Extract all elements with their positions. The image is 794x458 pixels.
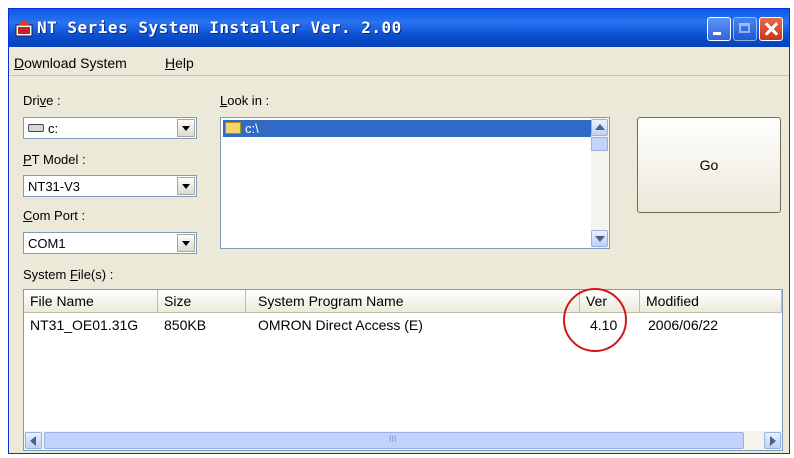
scroll-grip: III [389, 434, 397, 444]
com-port-value: COM1 [28, 236, 66, 251]
column-header-program[interactable]: System Program Name [246, 290, 580, 313]
scroll-left-icon[interactable] [25, 432, 42, 449]
chevron-down-icon[interactable] [177, 234, 195, 252]
com-port-label: Com Port : [23, 208, 86, 223]
annotation-circle [563, 288, 627, 352]
cell-modified: 2006/06/22 [648, 317, 719, 333]
horizontal-scrollbar[interactable]: III [24, 431, 782, 450]
menu-download-accel: D [14, 55, 25, 71]
menu-download-system[interactable]: Download System [14, 55, 127, 71]
drive-value: c: [48, 121, 59, 136]
drive-select[interactable]: c: [23, 117, 197, 139]
pt-model-select[interactable]: NT31-V3 [23, 175, 197, 197]
scroll-thumb[interactable] [591, 137, 608, 151]
installer-window: NT Series System Installer Ver. 2.00 Dow… [8, 8, 790, 454]
look-in-label: Look in : [220, 93, 270, 108]
minimize-button[interactable] [707, 17, 731, 41]
maximize-button[interactable] [733, 17, 757, 41]
cell-size: 850KB [164, 317, 207, 333]
drive-label: Drive : [23, 93, 61, 108]
pt-model-value: NT31-V3 [28, 179, 81, 194]
window-title: NT Series System Installer Ver. 2.00 [37, 18, 402, 37]
column-header-size[interactable]: Size [158, 290, 246, 313]
chevron-down-icon[interactable] [177, 119, 195, 137]
com-port-select[interactable]: COM1 [23, 232, 197, 254]
menu-help-label: elp [175, 55, 194, 71]
go-button[interactable]: Go [637, 117, 781, 213]
menu-help-accel: H [165, 55, 176, 71]
folder-path: c:\ [245, 121, 259, 136]
vertical-scrollbar[interactable] [591, 118, 609, 248]
cell-file-name: NT31_OE01.31G [30, 317, 139, 333]
folder-icon [225, 122, 241, 134]
drive-icon [28, 124, 44, 132]
app-icon [15, 19, 33, 37]
system-files-table[interactable]: File Name Size System Program Name Ver M… [23, 289, 783, 451]
look-in-list[interactable]: c:\ [220, 117, 610, 249]
scroll-up-icon[interactable] [591, 119, 608, 136]
scroll-down-icon[interactable] [591, 230, 608, 247]
close-button[interactable] [759, 17, 783, 41]
menu-help[interactable]: Help [165, 55, 194, 71]
title-bar[interactable]: NT Series System Installer Ver. 2.00 [9, 9, 789, 47]
list-item[interactable]: c:\ [223, 120, 591, 137]
chevron-down-icon[interactable] [177, 177, 195, 195]
scroll-right-icon[interactable] [764, 432, 781, 449]
column-header-modified[interactable]: Modified [640, 290, 782, 313]
pt-model-label: PT Model : [23, 152, 86, 167]
cell-program: OMRON Direct Access (E) [258, 317, 423, 333]
system-files-label: System File(s) : [23, 267, 114, 282]
scroll-thumb-horizontal[interactable]: III [44, 432, 744, 449]
column-header-file-name[interactable]: File Name [24, 290, 158, 313]
menu-download-label: ownload System [24, 55, 127, 71]
menu-bar: Download System Help [9, 49, 789, 76]
